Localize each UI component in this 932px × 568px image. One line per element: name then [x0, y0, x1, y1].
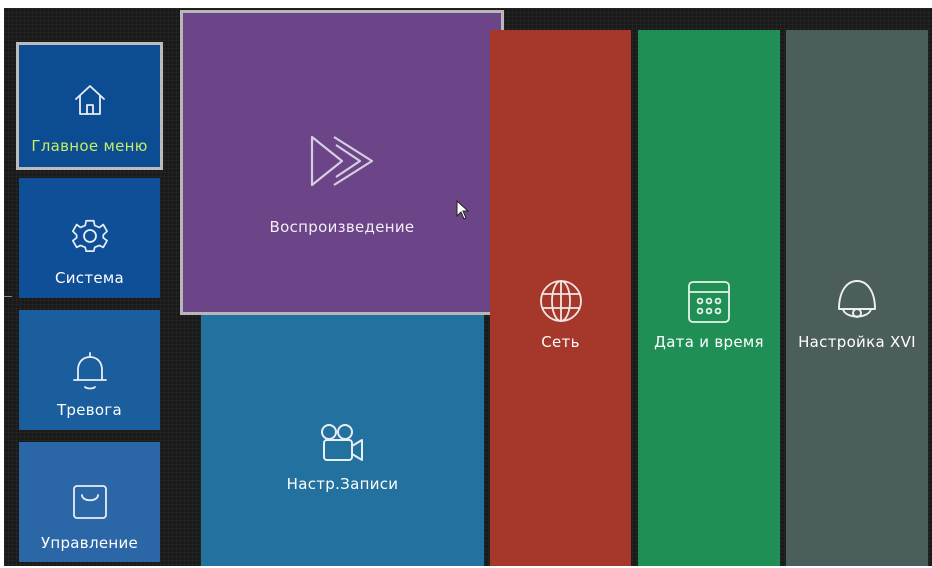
tile-record-settings[interactable]: Настр.Записи: [201, 308, 484, 566]
tile-label: Дата и время: [654, 333, 764, 351]
gear-icon: [70, 216, 110, 256]
calendar-icon: [686, 279, 732, 325]
sidebar-item-system[interactable]: Система: [19, 178, 160, 298]
tile-label: Настр.Записи: [286, 475, 399, 493]
tile-xvi-settings[interactable]: Настройка XVI: [786, 30, 928, 566]
video-camera-icon: [318, 422, 368, 464]
mouse-cursor-icon: [456, 199, 470, 226]
sidebar-item-label: Главное меню: [31, 137, 148, 155]
tile-playback[interactable]: Воспроизведение: [180, 10, 504, 315]
tile-label: Сеть: [541, 333, 580, 351]
tile-date-time[interactable]: Дата и время: [638, 30, 780, 566]
home-icon: [73, 83, 107, 117]
globe-icon: [538, 278, 584, 324]
dome-camera-icon: [833, 277, 881, 325]
dvr-menu-screen: Главное меню Система Тревога Управление …: [4, 8, 932, 566]
sidebar-item-main-menu[interactable]: Главное меню: [16, 42, 163, 170]
edge-marker: [4, 296, 12, 297]
bell-icon: [70, 350, 110, 392]
sidebar-item-label: Тревога: [56, 401, 123, 419]
tile-label: Настройка XVI: [798, 333, 916, 351]
sidebar-item-label: Управление: [40, 534, 139, 552]
sidebar-item-alarm[interactable]: Тревога: [19, 310, 160, 430]
sidebar-item-label: Система: [54, 269, 125, 287]
fast-forward-icon: [306, 131, 378, 191]
sidebar-item-management[interactable]: Управление: [19, 442, 160, 562]
tile-label: Воспроизведение: [269, 218, 415, 236]
tile-network[interactable]: Сеть: [490, 30, 631, 566]
bag-icon: [70, 482, 110, 522]
